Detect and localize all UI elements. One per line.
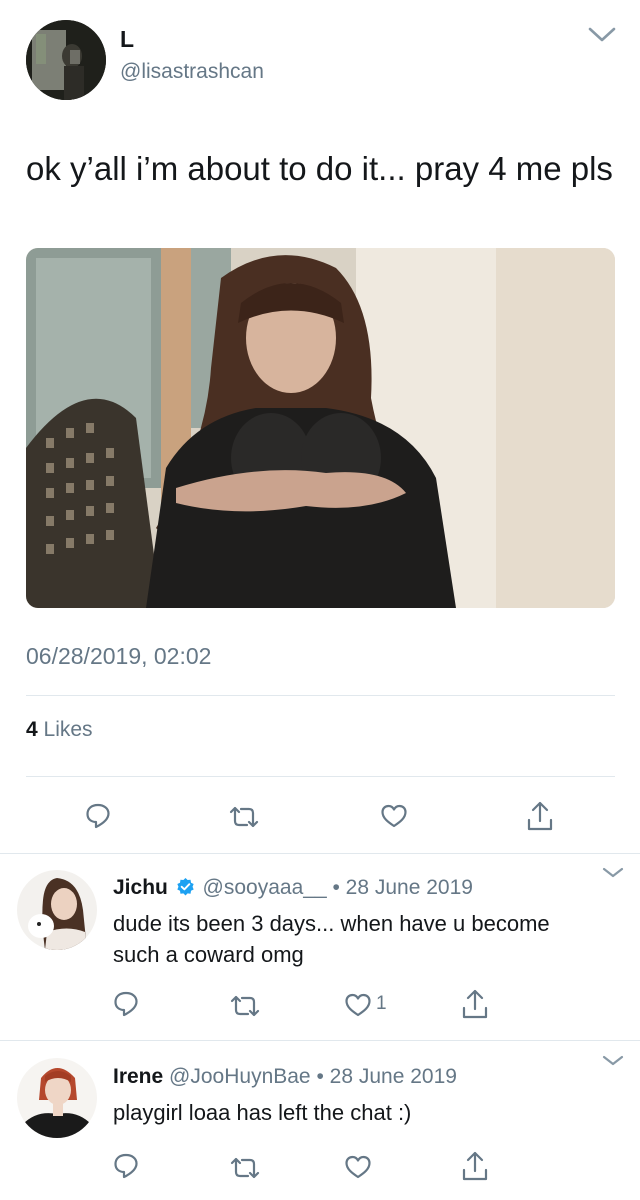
reply-author-handle[interactable]: @sooyaaa__ bbox=[203, 876, 327, 899]
divider bbox=[0, 853, 640, 854]
tweet-text: ok y’all i’m about to do it... pray 4 me… bbox=[26, 150, 613, 187]
reply-icon[interactable] bbox=[113, 990, 139, 1018]
author-handle[interactable]: @lisastrashcan bbox=[120, 60, 264, 84]
reply-avatar[interactable] bbox=[17, 1058, 97, 1138]
like-icon[interactable] bbox=[344, 1154, 372, 1180]
divider bbox=[26, 695, 615, 696]
reply-author-handle[interactable]: @JooHuynBae bbox=[169, 1065, 311, 1088]
share-icon[interactable] bbox=[526, 800, 554, 832]
reply-icon[interactable] bbox=[85, 802, 111, 830]
reply-header: Jichu @sooyaaa__ • 28 June 2019 bbox=[113, 876, 473, 902]
share-icon[interactable] bbox=[461, 1150, 489, 1182]
chevron-down-icon[interactable] bbox=[602, 1054, 624, 1068]
like-icon[interactable] bbox=[344, 992, 372, 1018]
reply-date[interactable]: 28 June 2019 bbox=[346, 876, 473, 899]
reply-like-count: 1 bbox=[376, 993, 387, 1014]
tweet-timestamp: 06/28/2019, 02:02 bbox=[26, 643, 212, 669]
retweet-icon[interactable] bbox=[229, 1156, 261, 1180]
retweet-icon[interactable] bbox=[229, 994, 261, 1018]
reply-text: dude its been 3 days... when have u beco… bbox=[113, 911, 550, 967]
tweet-photo[interactable] bbox=[26, 248, 615, 608]
reply-icon[interactable] bbox=[113, 1152, 139, 1180]
author-display-name[interactable]: L bbox=[120, 26, 134, 53]
like-icon[interactable] bbox=[380, 803, 408, 829]
chevron-down-icon[interactable] bbox=[602, 866, 624, 880]
verified-icon bbox=[176, 877, 195, 902]
chevron-down-icon[interactable] bbox=[587, 26, 617, 44]
divider bbox=[0, 1040, 640, 1041]
retweet-icon[interactable] bbox=[228, 805, 260, 829]
reply-text: playgirl loaa has left the chat :) bbox=[113, 1100, 412, 1125]
reply-avatar[interactable] bbox=[17, 870, 97, 950]
separator-dot: • bbox=[316, 1065, 324, 1088]
separator-dot: • bbox=[332, 876, 340, 899]
share-icon[interactable] bbox=[461, 988, 489, 1020]
author-avatar[interactable] bbox=[26, 20, 106, 100]
likes-summary[interactable]: 4 Likes bbox=[26, 718, 93, 742]
reply-author-name[interactable]: Irene bbox=[113, 1065, 163, 1088]
divider bbox=[26, 776, 615, 777]
reply-author-name[interactable]: Jichu bbox=[113, 876, 168, 899]
reply-date[interactable]: 28 June 2019 bbox=[330, 1065, 457, 1088]
likes-count: 4 bbox=[26, 718, 38, 741]
likes-label: Likes bbox=[43, 718, 93, 741]
reply-header: Irene @JooHuynBae • 28 June 2019 bbox=[113, 1065, 457, 1089]
